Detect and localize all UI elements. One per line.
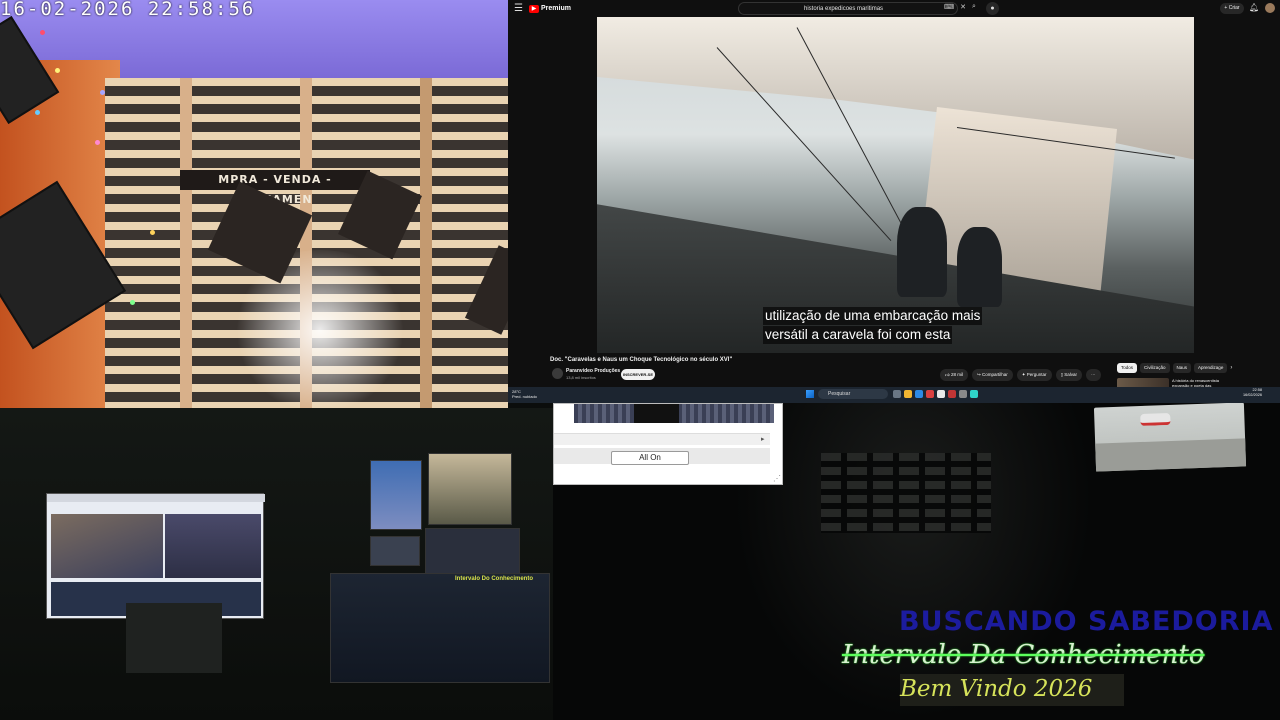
video-subtitle-line: versátil a caravela foi com esta bbox=[763, 326, 953, 344]
chip-all[interactable]: Todos bbox=[1117, 363, 1138, 373]
panel-thumbnail bbox=[634, 404, 679, 423]
camera-timestamp: 16-02-2026 22:58:56 bbox=[0, 0, 256, 20]
youtube-logo-label: Premium bbox=[541, 5, 571, 12]
recommendation-chips: Todos Civilização Naus Aprendizage › bbox=[1117, 363, 1232, 373]
keyboard-icon[interactable]: ⌨ bbox=[944, 3, 954, 11]
hamburger-menu-icon[interactable]: ☰ bbox=[514, 3, 523, 14]
chip-civilization[interactable]: Civilização bbox=[1140, 363, 1170, 373]
video-sailor bbox=[957, 227, 1002, 307]
string-light bbox=[130, 300, 135, 305]
string-light bbox=[40, 30, 45, 35]
overlay-subtitle-line: Intervalo Da Conhecimento bbox=[842, 640, 1205, 670]
camera-light-glare bbox=[220, 250, 420, 408]
studio-monitor bbox=[370, 536, 420, 566]
youtube-screen: ☰ ▶ Premium historia expedicoes maritima… bbox=[508, 0, 1280, 403]
channel-subscribers: 13,8 mil inscritos bbox=[566, 375, 596, 380]
studio-desk bbox=[126, 603, 222, 673]
room-window bbox=[821, 453, 991, 533]
ask-button[interactable]: ✦ Perguntar bbox=[1016, 369, 1052, 381]
tv-road bbox=[1095, 438, 1247, 472]
search-query: historia expedicoes maritimas bbox=[804, 6, 884, 12]
chevron-right-icon[interactable]: › bbox=[1230, 363, 1232, 373]
overlay-welcome-line: Bem Vindo 2026 bbox=[900, 674, 1124, 706]
search-icon[interactable]: ⌕ bbox=[972, 3, 976, 11]
task-view-icon[interactable] bbox=[893, 390, 901, 398]
app-control-panel: ▸ All On ⋰ bbox=[553, 403, 783, 485]
search-buttons: ⌨ ✕ ⌕ bbox=[944, 3, 976, 11]
studio-camera-feed: Intervalo Do Conhecimento bbox=[0, 408, 553, 720]
ask-label: Perguntar bbox=[1026, 372, 1047, 377]
scroll-right-arrow-icon[interactable]: ▸ bbox=[761, 435, 765, 443]
gate-post bbox=[180, 78, 192, 408]
monitor-overlay-label: Intervalo Do Conhecimento bbox=[455, 576, 534, 582]
search-input[interactable]: historia expedicoes maritimas bbox=[738, 2, 958, 15]
video-subtitle-line: utilização de uma embarcação mais bbox=[763, 307, 983, 325]
share-label: Compartilhar bbox=[982, 372, 1008, 377]
security-camera-feed: MPRA - VENDA - LOTEAMEN 16-02-2026 22:58… bbox=[0, 0, 508, 408]
app-icon[interactable] bbox=[970, 390, 978, 398]
youtube-play-icon: ▶ bbox=[529, 4, 539, 13]
weather-description: Pred. nublado bbox=[512, 394, 537, 399]
all-on-button[interactable]: All On bbox=[611, 451, 689, 465]
horizontal-scrollbar[interactable] bbox=[554, 433, 770, 445]
video-side-area bbox=[1194, 17, 1280, 353]
tv-car bbox=[1140, 412, 1171, 427]
chip-ships[interactable]: Naus bbox=[1172, 363, 1192, 373]
projected-screen bbox=[46, 493, 265, 619]
camera-street-sign: MPRA - VENDA - LOTEAMEN bbox=[180, 170, 370, 206]
room-tv bbox=[1093, 403, 1247, 472]
share-button[interactable]: ↪ Compartilhar bbox=[971, 369, 1013, 381]
string-light bbox=[95, 140, 100, 145]
video-player[interactable]: utilização de uma embarcação mais versát… bbox=[597, 17, 1194, 353]
string-light bbox=[35, 110, 40, 115]
subscribe-button[interactable]: INSCREVER-SE bbox=[621, 369, 655, 380]
obs-studio-icon[interactable] bbox=[948, 390, 956, 398]
microphone-icon[interactable]: ● bbox=[986, 2, 999, 15]
chip-learning[interactable]: Aprendizage bbox=[1194, 363, 1228, 373]
youtube-logo[interactable]: ▶ Premium bbox=[529, 3, 571, 14]
channel-name[interactable]: Paranvideo Produções bbox=[566, 368, 620, 374]
projected-browser-bar bbox=[47, 494, 265, 502]
string-light bbox=[150, 230, 155, 235]
create-button[interactable]: + Criar bbox=[1220, 3, 1244, 14]
studio-monitor bbox=[370, 460, 422, 530]
notifications-bell-icon[interactable]: 🔔︎ bbox=[1249, 3, 1259, 12]
clear-search-icon[interactable]: ✕ bbox=[960, 3, 966, 11]
app-icon[interactable] bbox=[937, 390, 945, 398]
windows-start-icon[interactable] bbox=[806, 390, 814, 398]
video-sailor bbox=[897, 207, 947, 297]
room-wall bbox=[733, 403, 1093, 720]
projected-video bbox=[51, 514, 163, 578]
save-button[interactable]: ▯ Salvar bbox=[1055, 369, 1083, 381]
file-explorer-icon[interactable] bbox=[904, 390, 912, 398]
video-actions: 👍︎ 28 mil ↪ Compartilhar ✦ Perguntar ▯ S… bbox=[940, 369, 1101, 381]
taskbar-weather[interactable]: 28°C Pred. nublado bbox=[512, 389, 537, 399]
like-count: 28 mil bbox=[950, 372, 963, 377]
user-avatar[interactable] bbox=[1265, 3, 1275, 13]
app-icon[interactable] bbox=[959, 390, 967, 398]
string-light bbox=[100, 90, 105, 95]
clock-date: 16/02/2026 bbox=[1243, 393, 1263, 397]
edge-browser-icon[interactable] bbox=[915, 390, 923, 398]
resize-grip-icon[interactable]: ⋰ bbox=[773, 474, 781, 483]
save-label: Salvar bbox=[1064, 372, 1078, 377]
overlay-title-line: BUSCANDO SABEDORIA bbox=[899, 606, 1274, 637]
like-button[interactable]: 👍︎ 28 mil bbox=[940, 369, 968, 381]
gate-post bbox=[420, 78, 432, 408]
taskbar-search[interactable]: Pesquisar bbox=[818, 389, 888, 399]
channel-avatar[interactable] bbox=[552, 368, 563, 379]
taskbar-clock[interactable]: 22:58 16/02/2026 bbox=[1243, 388, 1262, 398]
more-actions-button[interactable]: ··· bbox=[1086, 369, 1101, 381]
projected-sidebar bbox=[165, 514, 261, 578]
video-title: Doc. "Caravelas e Naus um Choque Tecnoló… bbox=[550, 357, 733, 363]
chrome-browser-icon[interactable] bbox=[926, 390, 934, 398]
studio-mixer-screen bbox=[330, 573, 550, 683]
studio-monitor bbox=[428, 453, 512, 525]
string-light bbox=[55, 68, 60, 73]
